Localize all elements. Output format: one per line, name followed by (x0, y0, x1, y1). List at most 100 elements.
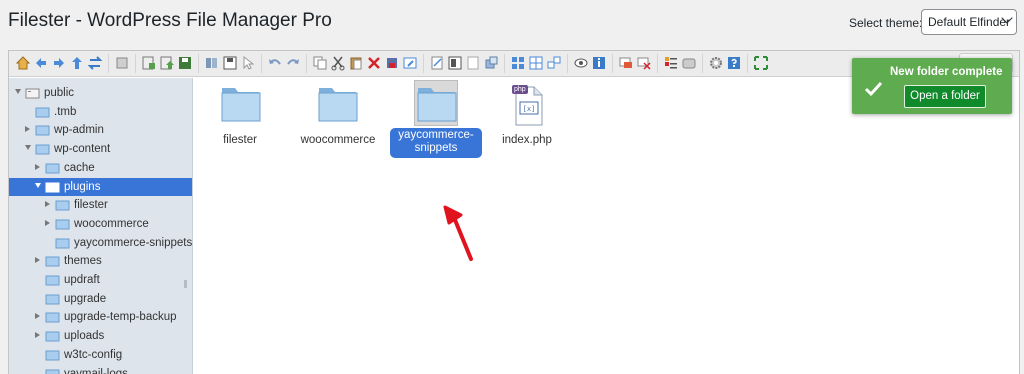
preview-icon[interactable] (573, 55, 589, 71)
tree-item-filester[interactable]: filester (9, 196, 192, 214)
delete-icon[interactable] (366, 55, 382, 71)
toolbar-separator (261, 54, 262, 73)
toolbar-separator (702, 54, 703, 73)
tree-item-label: upgrade-temp-backup (64, 311, 177, 324)
chevron-down-icon[interactable] (35, 182, 41, 188)
help-icon[interactable] (726, 55, 742, 71)
chevron-right-icon[interactable] (25, 126, 30, 133)
view-icons-icon[interactable] (510, 55, 526, 71)
tree-item-label: yaycommerce-snippets (74, 236, 193, 249)
tree-item-label: plugins (64, 180, 101, 193)
floppy-icon[interactable] (222, 55, 238, 71)
folder-icon (45, 311, 60, 323)
tree-item-woocommerce[interactable]: woocommerce (9, 215, 192, 233)
copy-icon[interactable] (312, 55, 328, 71)
resize-icon[interactable] (447, 55, 463, 71)
netmount-icon[interactable] (114, 55, 130, 71)
folder-icon (414, 80, 458, 126)
chevron-right-icon[interactable] (35, 257, 40, 264)
tree-item-uploads[interactable]: uploads (9, 327, 192, 345)
archive-icon[interactable] (465, 55, 481, 71)
undo-icon[interactable] (267, 55, 283, 71)
info-icon[interactable] (591, 55, 607, 71)
chevron-right-icon[interactable] (45, 219, 50, 226)
tree-item-plugins[interactable]: plugins (9, 177, 192, 196)
chevron-down-icon[interactable] (15, 89, 21, 94)
tree-item-label: wp-content (54, 143, 111, 156)
edit-icon[interactable] (429, 55, 445, 71)
chevron-right-icon[interactable] (35, 163, 40, 170)
file-view: filester woocommerce yaycommerce- snippe… (194, 78, 1019, 374)
rename-icon[interactable] (402, 55, 418, 71)
extract-icon[interactable] (483, 55, 499, 71)
tree-item-yaycommerce-snippets[interactable]: yaycommerce-snippets (9, 234, 193, 252)
chevron-right-icon[interactable] (35, 313, 40, 320)
folder-icon (45, 293, 60, 305)
tree-item-label: .tmb (54, 105, 77, 118)
toolbar-separator (198, 54, 199, 73)
file-name: yaycommerce- snippets (390, 128, 482, 158)
file-name: filester (223, 134, 257, 146)
view-grid-icon[interactable] (528, 55, 544, 71)
toast-message: New folder complete (890, 66, 1003, 78)
file-item-index-php[interactable]: [x] php index.php (492, 84, 562, 146)
toolbar-separator (423, 54, 424, 73)
tree-item-label: wp-admin (54, 124, 104, 137)
tree-item-label: upgrade (64, 292, 107, 305)
folder-icon (318, 84, 358, 128)
folder-icon (45, 368, 60, 374)
tree-item-tmb[interactable]: .tmb (9, 103, 192, 121)
places-icon[interactable] (681, 55, 697, 71)
theme-select-value: Default Elfinder (928, 15, 1011, 29)
cut-icon[interactable] (330, 55, 346, 71)
select-icon[interactable] (240, 55, 256, 71)
folder-item-woocommerce[interactable]: woocommerce (298, 84, 378, 146)
forward-icon[interactable] (51, 55, 67, 71)
folder-item-yaycommerce-snippets[interactable]: yaycommerce- snippets (390, 80, 482, 158)
folder-icon (45, 255, 60, 267)
sort-icon[interactable] (663, 55, 679, 71)
toolbar-separator (108, 54, 109, 73)
tree-item-cache[interactable]: cache (9, 159, 192, 177)
up-icon[interactable] (69, 55, 85, 71)
chevron-right-icon[interactable] (45, 201, 50, 208)
page-title: Filester - WordPress File Manager Pro (8, 10, 332, 31)
folder-icon (55, 199, 70, 211)
folder-icon (45, 181, 60, 193)
empty-icon[interactable] (384, 55, 400, 71)
file-name-line-1: yaycommerce- (398, 129, 474, 141)
tree-scrollbar[interactable] (184, 280, 187, 288)
tree-item-upgrade-temp-backup[interactable]: upgrade-temp-backup (9, 308, 192, 326)
tree-item-wp-content[interactable]: wp-content (9, 140, 192, 158)
view-tiles-icon[interactable] (546, 55, 562, 71)
chevron-right-icon[interactable] (35, 332, 40, 339)
paste-icon[interactable] (348, 55, 364, 71)
tree-item-public[interactable]: public (9, 84, 192, 102)
back-icon[interactable] (33, 55, 49, 71)
folder-icon (35, 106, 50, 118)
home-icon[interactable] (15, 55, 31, 71)
save-icon[interactable] (177, 55, 193, 71)
theme-select[interactable]: Default Elfinder (921, 9, 1017, 35)
upload-icon[interactable] (159, 55, 175, 71)
tree-item-themes[interactable]: themes (9, 252, 192, 270)
selectnone-icon[interactable] (636, 55, 652, 71)
chevron-down-icon[interactable] (25, 145, 31, 151)
open-icon[interactable] (141, 55, 157, 71)
tree-item-label: yaymail-logs (64, 367, 128, 374)
open-folder-button[interactable]: Open a folder (904, 85, 986, 108)
tree-item-upgrade[interactable]: upgrade (9, 290, 192, 308)
tree-item-updraft[interactable]: updraft (9, 271, 192, 289)
reload-icon[interactable] (87, 55, 103, 71)
file-name: woocommerce (300, 134, 376, 146)
tree-item-wp-admin[interactable]: wp-admin (9, 121, 192, 139)
toolbar-separator (657, 54, 658, 73)
folder-item-filester[interactable]: filester (210, 84, 270, 146)
settings-icon[interactable] (708, 55, 724, 71)
getfile-icon[interactable] (204, 55, 220, 71)
selectall-icon[interactable] (618, 55, 634, 71)
fullscreen-icon[interactable] (753, 55, 769, 71)
redo-icon[interactable] (285, 55, 301, 71)
tree-item-yaymail-logs[interactable]: yaymail-logs (9, 365, 192, 374)
tree-item-w3tc-config[interactable]: w3tc-config (9, 346, 192, 364)
